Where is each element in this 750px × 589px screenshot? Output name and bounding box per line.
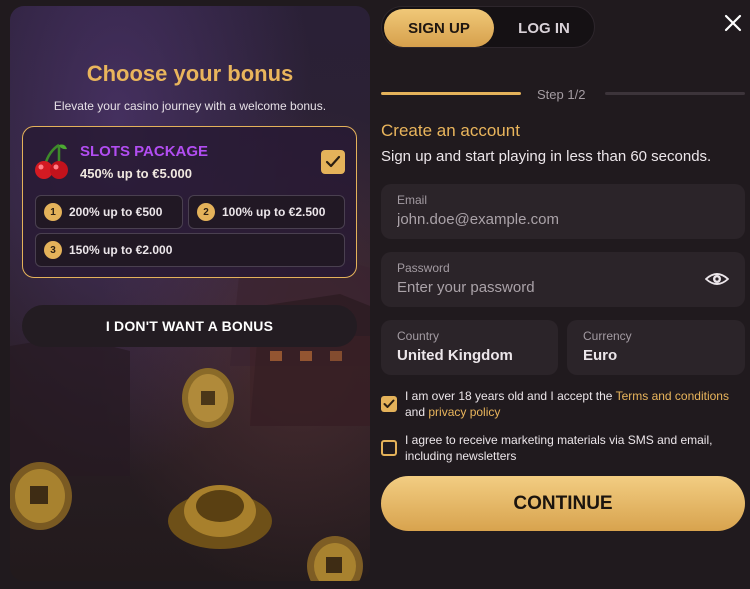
age-consent-text-before: I am over 18 years old and I accept the — [405, 389, 616, 403]
background-artwork — [10, 251, 370, 581]
bonus-package-card[interactable]: SLOTS PACKAGE 450% up to €5.000 1 200% u… — [22, 126, 357, 278]
no-bonus-button[interactable]: I DON'T WANT A BONUS — [22, 305, 357, 347]
check-icon — [325, 155, 341, 168]
cherry-icon — [35, 143, 68, 179]
bonus-subtitle: Elevate your casino journey with a welco… — [53, 99, 327, 113]
coin-graphic — [10, 462, 72, 530]
bonus-tier: 2 100% up to €2.500 — [188, 195, 345, 229]
currency-select[interactable]: Currency Euro — [567, 320, 745, 375]
bonus-tier: 3 150% up to €2.000 — [35, 233, 345, 267]
password-label: Password — [397, 261, 450, 275]
password-input[interactable] — [397, 279, 689, 296]
coin-graphic — [307, 536, 363, 581]
currency-label: Currency — [583, 329, 632, 343]
continue-button[interactable]: CONTINUE — [381, 476, 745, 531]
package-name: SLOTS PACKAGE — [80, 143, 209, 160]
terms-link[interactable]: Terms and conditions — [616, 389, 729, 403]
tier-label: 100% up to €2.500 — [222, 205, 326, 219]
email-label: Email — [397, 193, 428, 207]
form-subtitle: Sign up and start playing in less than 6… — [381, 148, 712, 165]
tier-number-badge: 2 — [197, 203, 215, 221]
coin-graphic — [182, 368, 234, 428]
currency-value: Euro — [583, 347, 618, 364]
form-title: Create an account — [381, 121, 520, 140]
tier-label: 150% up to €2.000 — [69, 243, 173, 257]
marketing-consent-checkbox[interactable] — [381, 440, 397, 456]
tab-log-in[interactable]: LOG IN — [494, 9, 594, 47]
country-value: United Kingdom — [397, 347, 513, 364]
tier-number-badge: 1 — [44, 203, 62, 221]
privacy-link[interactable]: privacy policy — [428, 405, 500, 419]
bonus-title: Choose your bonus — [86, 61, 294, 86]
package-amount: 450% up to €5.000 — [80, 166, 192, 181]
step-progress-remaining — [605, 92, 745, 95]
age-consent-text: I am over 18 years old and I accept the … — [405, 388, 745, 420]
gold-ingot-graphic — [168, 485, 272, 549]
bonus-tier: 1 200% up to €500 — [35, 195, 183, 229]
tab-sign-up[interactable]: SIGN UP — [384, 9, 494, 47]
package-checkbox[interactable] — [321, 150, 345, 174]
email-input[interactable] — [397, 211, 689, 228]
check-icon — [383, 399, 395, 408]
close-icon[interactable] — [722, 12, 744, 34]
age-consent-text-middle: and — [405, 405, 429, 419]
step-indicator: Step 1/2 — [537, 87, 586, 102]
marketing-consent-text: I agree to receive marketing materials v… — [405, 433, 713, 463]
password-field: Password — [381, 252, 745, 307]
tier-number-badge: 3 — [44, 241, 62, 259]
step-progress-active — [381, 92, 521, 95]
country-label: Country — [397, 329, 440, 343]
tier-label: 200% up to €500 — [69, 205, 163, 219]
auth-tabs: SIGN UP LOG IN — [381, 6, 595, 48]
country-select[interactable]: Country United Kingdom — [381, 320, 558, 375]
bonus-panel: Choose your bonus Elevate your casino jo… — [10, 6, 370, 581]
email-field: Email — [381, 184, 745, 239]
eye-icon[interactable] — [705, 269, 729, 289]
age-consent-checkbox[interactable] — [381, 396, 397, 412]
